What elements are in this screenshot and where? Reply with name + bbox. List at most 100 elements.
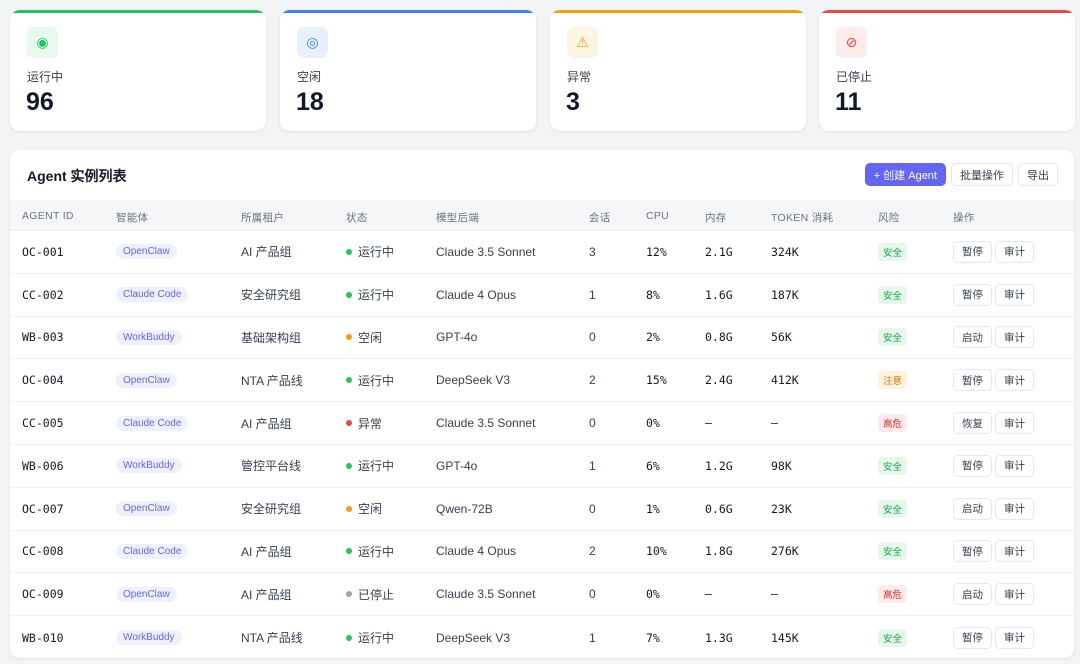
- model-cell: Claude 4 Opus: [436, 287, 517, 302]
- model-cell: DeepSeek V3: [436, 373, 511, 388]
- row-action-button[interactable]: 暂停: [953, 540, 992, 563]
- model-cell: Qwen-72B: [436, 501, 493, 516]
- audit-button[interactable]: 审计: [995, 497, 1034, 520]
- table-row[interactable]: WB-006 WorkBuddy 管控平台线 运行中 GPT-4o 1 6% 1.2G 98K 安…: [10, 445, 1074, 488]
- row-action-button[interactable]: 暂停: [953, 283, 992, 306]
- agent-id[interactable]: WB-006: [22, 445, 64, 487]
- table-row[interactable]: CC-002 Claude Code 安全研究组 运行中 Claude 4 Opus 1 8…: [10, 274, 1074, 317]
- audit-button[interactable]: 审计: [995, 283, 1034, 306]
- agent-id[interactable]: WB-003: [22, 317, 64, 359]
- token-cell: —: [771, 416, 778, 431]
- status-text: 运行中: [358, 245, 395, 260]
- audit-button[interactable]: 审计: [995, 326, 1034, 349]
- batch-operation-button[interactable]: 批量操作: [951, 163, 1013, 186]
- agent-type-cell: OpenClaw: [116, 231, 177, 273]
- stat-accent-bar: [550, 10, 806, 13]
- cpu-cell: 6%: [646, 458, 660, 473]
- row-action-button[interactable]: 暂停: [953, 454, 992, 477]
- cpu-cell: 7%: [646, 630, 660, 645]
- agent-type-cell: OpenClaw: [116, 359, 177, 401]
- cpu-cell: 15%: [646, 373, 667, 388]
- status-text: 已停止: [358, 587, 395, 602]
- create-agent-button[interactable]: + 创建 Agent: [864, 163, 946, 186]
- column-header[interactable]: 风险: [878, 210, 900, 225]
- table-row[interactable]: OC-001 OpenClaw AI 产品组 运行中 Claude 3.5 Sonnet…: [10, 231, 1074, 274]
- audit-button[interactable]: 审计: [995, 369, 1034, 392]
- column-header[interactable]: 模型后端: [436, 210, 479, 225]
- audit-button[interactable]: 审计: [995, 626, 1034, 649]
- status-dot: [346, 334, 352, 341]
- agent-type-tag: WorkBuddy: [116, 329, 182, 345]
- row-action-button[interactable]: 启动: [953, 497, 992, 520]
- column-header[interactable]: 状态: [346, 210, 368, 225]
- row-action-button[interactable]: 暂停: [953, 240, 992, 263]
- table-row[interactable]: WB-010 WorkBuddy NTA 产品线 运行中 DeepSeek V3 1 7% 1…: [10, 616, 1074, 658]
- column-header[interactable]: 会话: [589, 210, 611, 225]
- status-text: 运行中: [358, 544, 395, 559]
- row-action-button[interactable]: 启动: [953, 326, 992, 349]
- agent-id[interactable]: OC-001: [22, 231, 64, 273]
- row-action-button[interactable]: 启动: [953, 583, 992, 606]
- model-cell: DeepSeek V3: [436, 630, 511, 645]
- table-row[interactable]: CC-005 Claude Code AI 产品组 异常 Claude 3.5 Sonn…: [10, 402, 1074, 445]
- risk-badge: 高危: [878, 585, 908, 604]
- agent-type-cell: Claude Code: [116, 531, 189, 573]
- export-button[interactable]: 导出: [1018, 163, 1058, 186]
- row-action-button[interactable]: 暂停: [953, 626, 992, 649]
- agent-id[interactable]: OC-004: [22, 359, 64, 401]
- column-header[interactable]: 操作: [953, 210, 975, 225]
- agent-id[interactable]: CC-002: [22, 274, 64, 316]
- agent-id[interactable]: CC-005: [22, 402, 64, 444]
- actions-cell: 启动 审计: [953, 573, 1037, 615]
- stat-label: 空闲: [297, 70, 322, 84]
- table-row[interactable]: OC-009 OpenClaw AI 产品组 已停止 Claude 3.5 Sonnet…: [10, 573, 1074, 617]
- status-cell: 运行中: [346, 359, 394, 401]
- agent-id[interactable]: WB-010: [22, 616, 64, 658]
- row-action-button[interactable]: 暂停: [953, 369, 992, 392]
- audit-button[interactable]: 审计: [995, 583, 1034, 606]
- tenant-cell: 安全研究组: [241, 288, 302, 303]
- agent-id[interactable]: OC-009: [22, 573, 64, 615]
- table-row[interactable]: WB-003 WorkBuddy 基础架构组 空闲 GPT-4o 0 2% 0.8G 56K 安全…: [10, 317, 1074, 360]
- status-cell: 空闲: [346, 488, 382, 530]
- stat-card: ◎ 空闲 18: [280, 10, 536, 131]
- actions-cell: 暂停 审计: [953, 274, 1037, 316]
- agent-id[interactable]: OC-007: [22, 488, 64, 530]
- actions-cell: 恢复 审计: [953, 402, 1037, 444]
- table-row[interactable]: OC-007 OpenClaw 安全研究组 空闲 Qwen-72B 0 1% 0.6G 23K 安…: [10, 488, 1074, 531]
- risk-cell: 高危: [878, 573, 908, 615]
- column-header[interactable]: 内存: [705, 210, 727, 225]
- column-header[interactable]: 智能体: [116, 210, 148, 225]
- audit-button[interactable]: 审计: [995, 240, 1034, 263]
- row-action-button[interactable]: 恢复: [953, 412, 992, 435]
- actions-cell: 暂停 审计: [953, 616, 1037, 658]
- table-row[interactable]: CC-008 Claude Code AI 产品组 运行中 Claude 4 Opus 2…: [10, 531, 1074, 574]
- agent-id[interactable]: CC-008: [22, 531, 64, 573]
- table-header: AGENT ID 智能体 所属租户 状态 模型后端 会话 CPU 内存 TOKEN 消耗 风险 操作: [10, 200, 1074, 231]
- agent-type-cell: OpenClaw: [116, 488, 177, 530]
- memory-cell: 1.6G: [705, 287, 733, 302]
- tenant-cell: AI 产品组: [241, 587, 292, 602]
- column-header[interactable]: CPU: [646, 210, 669, 222]
- token-cell: 145K: [771, 630, 799, 645]
- model-cell: Claude 3.5 Sonnet: [436, 587, 536, 602]
- column-header[interactable]: TOKEN 消耗: [771, 210, 833, 225]
- risk-cell: 安全: [878, 445, 908, 487]
- agent-type-tag: WorkBuddy: [116, 630, 182, 646]
- sessions-cell: 0: [589, 587, 596, 602]
- stat-card: ⊘ 已停止 11: [819, 10, 1075, 131]
- actions-cell: 暂停 审计: [953, 531, 1037, 573]
- risk-badge: 安全: [878, 328, 908, 347]
- column-header[interactable]: 所属租户: [241, 210, 284, 225]
- model-cell: Claude 4 Opus: [436, 544, 517, 559]
- audit-button[interactable]: 审计: [995, 540, 1034, 563]
- audit-button[interactable]: 审计: [995, 454, 1034, 477]
- status-dot: [346, 462, 352, 469]
- agent-type-cell: Claude Code: [116, 402, 189, 444]
- column-header[interactable]: AGENT ID: [22, 210, 74, 222]
- stat-card: ◉ 运行中 96: [10, 10, 266, 131]
- audit-button[interactable]: 审计: [995, 412, 1034, 435]
- status-dot: [346, 420, 352, 427]
- table-row[interactable]: OC-004 OpenClaw NTA 产品线 运行中 DeepSeek V3 2 15% 2…: [10, 359, 1074, 403]
- stat-accent-bar: [280, 10, 536, 13]
